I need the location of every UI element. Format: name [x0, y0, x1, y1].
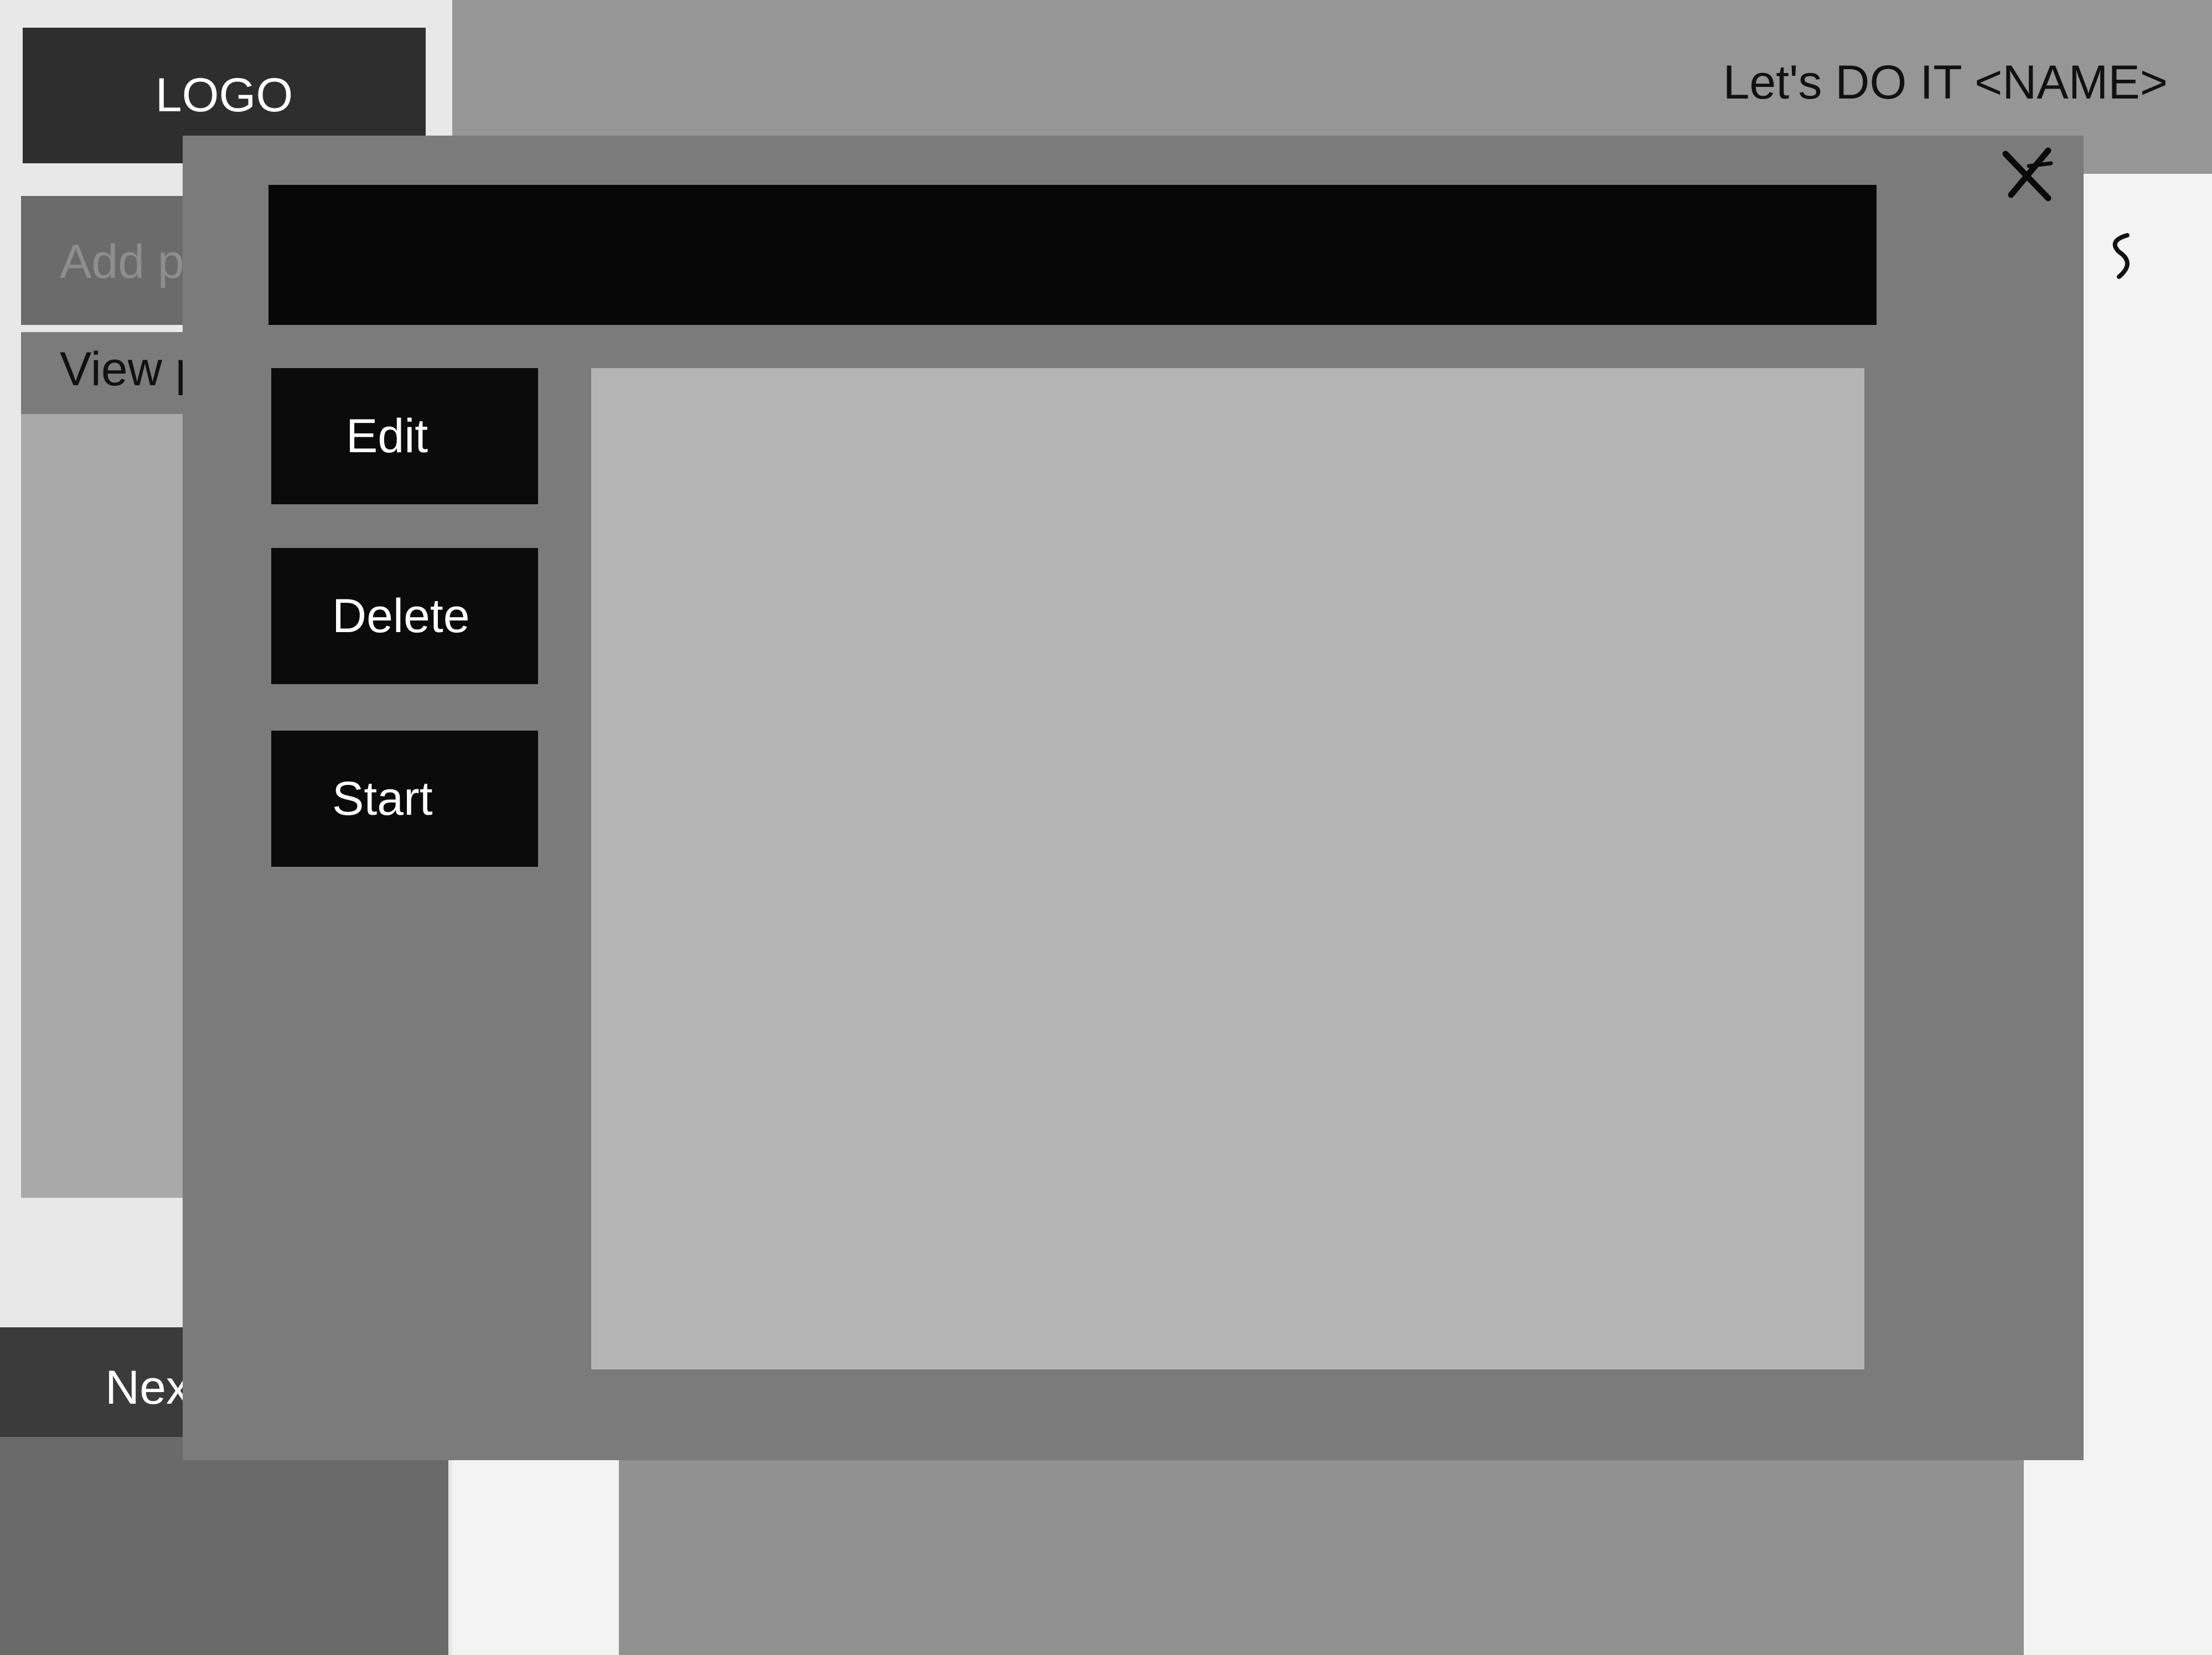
start-button-label: Start — [332, 772, 433, 825]
bottom-main-panel — [619, 1450, 2024, 1655]
bottom-left-panel — [0, 1437, 448, 1655]
edit-button[interactable]: Edit — [271, 368, 538, 504]
greeting-text: Let's DO IT <NAME> — [1723, 56, 2168, 109]
delete-button-label: Delete — [332, 589, 470, 643]
modal-content-area — [591, 368, 1864, 1369]
modal-title-bar — [268, 185, 1877, 325]
edit-button-label: Edit — [346, 409, 428, 463]
modal-dialog: Edit Delete Start — [183, 136, 2084, 1460]
start-button[interactable]: Start — [271, 731, 538, 867]
add-item-placeholder: Add p — [60, 235, 184, 288]
next-button-label: Nex — [105, 1361, 190, 1414]
delete-button[interactable]: Delete — [271, 548, 538, 684]
view-item-label: View p — [60, 343, 202, 396]
close-icon[interactable] — [1996, 144, 2062, 205]
